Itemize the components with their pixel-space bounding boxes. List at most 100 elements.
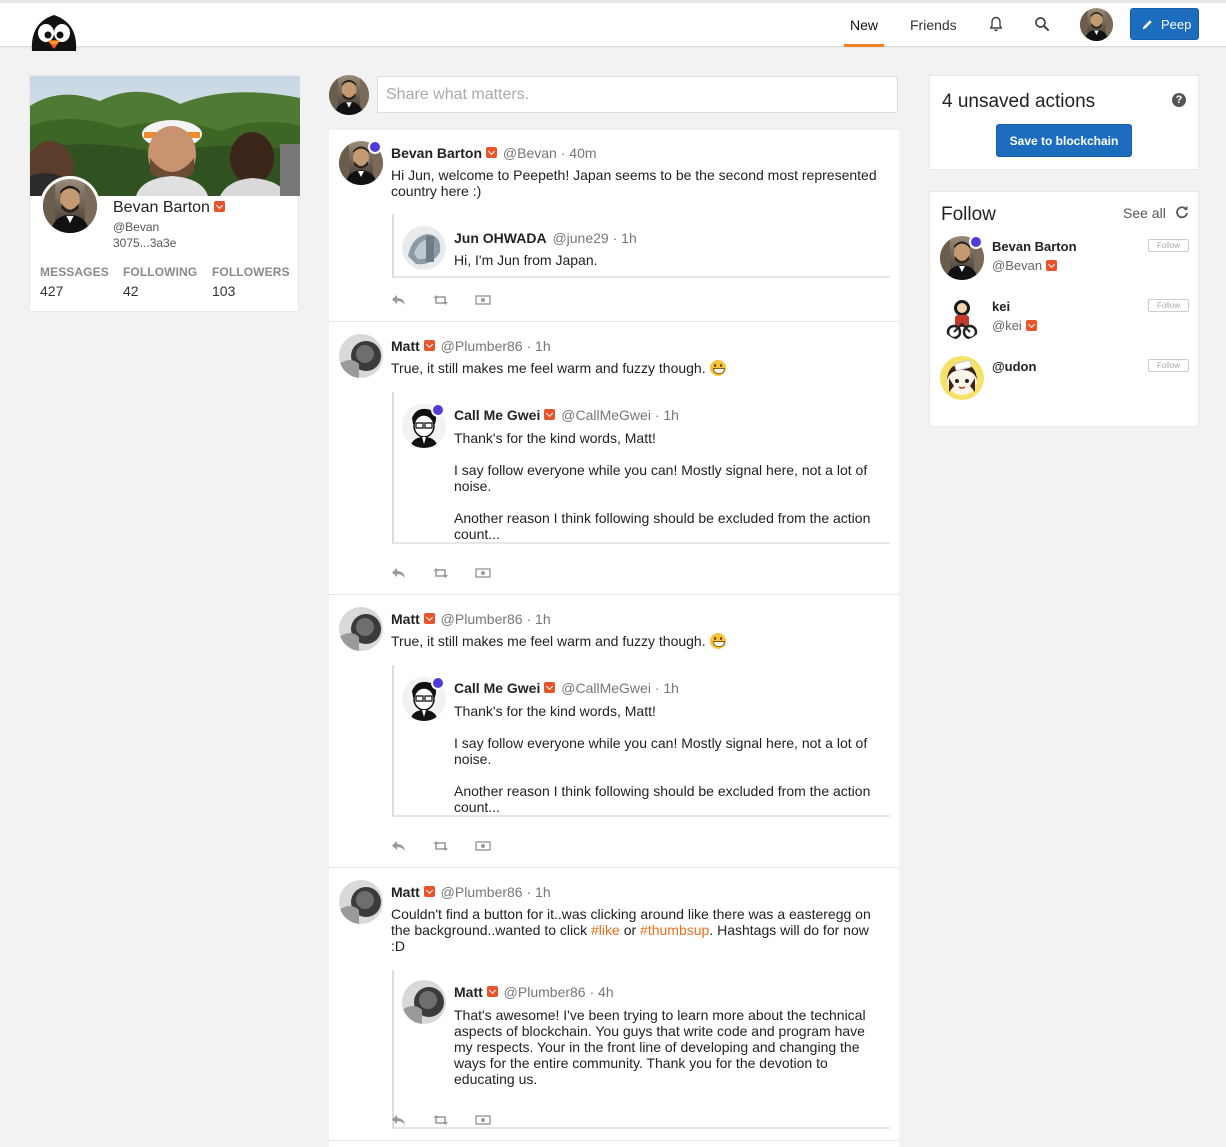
verified-badge-icon <box>544 409 556 421</box>
post-author-handle[interactable]: @Plumber86 <box>441 338 523 354</box>
quoted-header: Matt @Plumber86 · 4h <box>454 984 614 1000</box>
peep-button[interactable]: Peep <box>1130 8 1199 40</box>
verified-badge-icon <box>423 340 435 352</box>
compose-avatar <box>329 75 369 115</box>
post-author-name[interactable]: Matt <box>391 338 420 354</box>
top-nav: New Friends Peep <box>0 3 1226 51</box>
follow-button[interactable]: Follow <box>1148 359 1189 372</box>
post-body: True, it still makes me feel warm and fu… <box>391 633 891 649</box>
quoted-time[interactable]: · 1h <box>613 230 637 246</box>
refresh-icon[interactable] <box>1175 205 1189 219</box>
post-body: True, it still makes me feel warm and fu… <box>391 360 891 376</box>
repeep-icon[interactable] <box>433 293 449 307</box>
question-circle-icon[interactable]: ? <box>1172 93 1186 107</box>
quoted-author-avatar[interactable] <box>402 980 446 1024</box>
quoted-author-handle[interactable]: @june29 <box>552 230 608 246</box>
tab-new[interactable]: New <box>844 3 885 47</box>
profile-avatar[interactable] <box>40 176 100 236</box>
quoted-author-avatar[interactable] <box>402 226 446 270</box>
reply-icon[interactable] <box>391 839 407 853</box>
post-author-handle[interactable]: @Plumber86 <box>441 611 523 627</box>
quoted-author-name[interactable]: Call Me Gwei <box>454 680 540 696</box>
quoted-author-handle[interactable]: @Plumber86 <box>504 984 586 1000</box>
verified-badge-icon <box>1046 259 1058 271</box>
quoted-time[interactable]: · 4h <box>589 984 613 1000</box>
stat-messages-value[interactable]: 427 <box>40 283 63 299</box>
follow-title: Follow <box>941 204 996 225</box>
post-actions <box>391 839 511 853</box>
quoted-paragraph: I say follow everyone while you can! Mos… <box>454 735 868 767</box>
post-author-avatar[interactable] <box>339 607 383 651</box>
quoted-header: Call Me Gwei @CallMeGwei · 1h <box>454 680 679 696</box>
post-header: Matt @Plumber86 · 1h <box>391 884 551 900</box>
follow-user-name[interactable]: kei <box>992 299 1010 314</box>
reply-icon[interactable] <box>391 293 407 307</box>
search-icon[interactable] <box>1034 16 1052 34</box>
quoted-post[interactable]: Jun OHWADA @june29 · 1h Hi, I'm Jun from… <box>392 214 890 278</box>
quoted-paragraph: Hi, I'm Jun from Japan. <box>454 252 598 268</box>
follow-user-name[interactable]: Bevan Barton <box>992 239 1077 254</box>
repeep-icon[interactable] <box>433 1113 449 1127</box>
supporter-badge-icon <box>368 140 382 154</box>
peep-button-label: Peep <box>1161 17 1192 32</box>
tip-icon[interactable] <box>475 566 491 580</box>
post-author-name[interactable]: Matt <box>391 884 420 900</box>
hashtag-link[interactable]: #thumbsup <box>640 922 709 938</box>
supporter-badge-icon <box>431 676 445 690</box>
unsaved-actions-card: 4 unsaved actions ? Save to blockchain <box>929 75 1199 170</box>
quoted-post[interactable]: Call Me Gwei @CallMeGwei · 1h Thank's fo… <box>392 392 890 544</box>
tab-friends-label: Friends <box>910 17 957 33</box>
profile-name[interactable]: Bevan Barton <box>113 199 225 217</box>
quoted-author-handle[interactable]: @CallMeGwei <box>561 680 651 696</box>
quoted-time[interactable]: · 1h <box>655 680 679 696</box>
save-to-blockchain-button[interactable]: Save to blockchain <box>996 124 1132 157</box>
follow-user-name[interactable]: @udon <box>992 359 1036 374</box>
follow-user-handle: @kei <box>992 318 1037 333</box>
post-actions <box>391 566 511 580</box>
reply-icon[interactable] <box>391 566 407 580</box>
quoted-paragraph: Another reason I think following should … <box>454 783 871 815</box>
quoted-author-handle[interactable]: @CallMeGwei <box>561 407 651 423</box>
quoted-paragraph: Thank's for the kind words, Matt! <box>454 430 656 446</box>
grinning-emoji-icon <box>709 633 726 649</box>
post-time[interactable]: · 1h <box>526 611 550 627</box>
tip-icon[interactable] <box>475 1113 491 1127</box>
follow-user-avatar[interactable] <box>940 356 984 400</box>
post-time[interactable]: · 1h <box>526 338 550 354</box>
tab-friends[interactable]: Friends <box>910 3 957 47</box>
profile-handle: @Bevan <box>113 220 160 234</box>
follow-suggestions-card: Follow See all Bevan Barton @Bevan Follo… <box>929 191 1199 427</box>
see-all-link[interactable]: See all <box>1123 205 1166 221</box>
reply-icon[interactable] <box>391 1113 407 1127</box>
tip-icon[interactable] <box>475 839 491 853</box>
compose-input[interactable] <box>377 76 898 113</box>
user-avatar-menu[interactable] <box>1080 8 1113 41</box>
post-author-name[interactable]: Bevan Barton <box>391 145 482 161</box>
post-author-handle[interactable]: @Bevan <box>503 145 557 161</box>
repeep-icon[interactable] <box>433 566 449 580</box>
post-author-name[interactable]: Matt <box>391 611 420 627</box>
quoted-post[interactable]: Matt @Plumber86 · 4h That's awesome! I'v… <box>392 970 890 1129</box>
quoted-time[interactable]: · 1h <box>655 407 679 423</box>
follow-button[interactable]: Follow <box>1148 299 1189 312</box>
tip-icon[interactable] <box>475 293 491 307</box>
hashtag-link[interactable]: #like <box>591 922 620 938</box>
post-time[interactable]: · 1h <box>526 884 550 900</box>
quoted-author-name[interactable]: Jun OHWADA <box>454 230 547 246</box>
follow-button[interactable]: Follow <box>1148 239 1189 252</box>
peepeth-logo[interactable] <box>28 11 80 51</box>
post-author-avatar[interactable] <box>339 334 383 378</box>
post-time[interactable]: · 40m <box>561 145 597 161</box>
quoted-author-name[interactable]: Call Me Gwei <box>454 407 540 423</box>
stat-following-value[interactable]: 42 <box>123 283 139 299</box>
quoted-author-name[interactable]: Matt <box>454 984 483 1000</box>
quoted-post[interactable]: Call Me Gwei @CallMeGwei · 1h Thank's fo… <box>392 665 890 817</box>
stat-followers-value[interactable]: 103 <box>212 283 235 299</box>
quoted-paragraph: I say follow everyone while you can! Mos… <box>454 462 868 494</box>
repeep-icon[interactable] <box>433 839 449 853</box>
post-author-avatar[interactable] <box>339 880 383 924</box>
post-author-handle[interactable]: @Plumber86 <box>441 884 523 900</box>
bell-icon[interactable] <box>988 16 1006 34</box>
follow-user-avatar[interactable] <box>940 296 984 340</box>
post-actions <box>391 293 511 307</box>
